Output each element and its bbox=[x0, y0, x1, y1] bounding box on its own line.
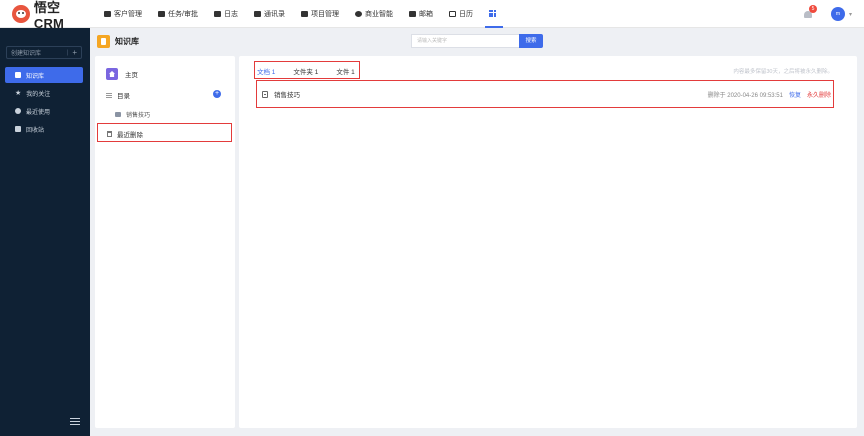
tree-label: 目录 bbox=[117, 93, 130, 100]
log-icon bbox=[213, 10, 221, 17]
tree-label: 主页 bbox=[125, 72, 138, 79]
plus-icon: + bbox=[72, 48, 77, 57]
highlight-box bbox=[256, 80, 834, 108]
chevron-down-icon[interactable]: ▾ bbox=[849, 11, 852, 18]
sidebar-item-label: 最近使用 bbox=[26, 109, 51, 116]
search-button[interactable]: 搜索 bbox=[519, 34, 543, 48]
sidebar-item-recycle-bin[interactable]: 回收站 bbox=[5, 121, 83, 137]
collapse-sidebar-icon[interactable] bbox=[70, 418, 80, 426]
nav-label: 通讯录 bbox=[263, 10, 285, 18]
nav-item-bi[interactable]: 商业智能 bbox=[347, 0, 401, 28]
page-header: 知识库 请输入关键字 搜索 bbox=[90, 28, 864, 55]
list-icon bbox=[106, 92, 112, 98]
nav-label: 项目管理 bbox=[310, 10, 339, 18]
nav-label: 客户管理 bbox=[114, 10, 142, 18]
folder-icon bbox=[115, 112, 121, 117]
sidebar-item-knowledge-base[interactable]: 知识库 bbox=[5, 67, 83, 83]
main-nav: 客户管理 任务/审批 日志 通讯录 项目管理 商业智能 邮箱 日历 bbox=[96, 0, 507, 28]
customer-icon bbox=[104, 10, 111, 17]
nav-item-tasks[interactable]: 任务/审批 bbox=[150, 0, 206, 28]
recent-deleted-panel: 文档 1 文件夹 1 文件 1 内容最多保留30天，之后将被永久删除。 销售技巧… bbox=[239, 56, 857, 428]
sidebar-item-label: 知识库 bbox=[26, 73, 45, 80]
header-actions: 5 m ▾ bbox=[803, 0, 852, 28]
nav-item-projects[interactable]: 项目管理 bbox=[293, 0, 347, 28]
notification-badge: 5 bbox=[808, 5, 817, 13]
nav-label: 邮箱 bbox=[418, 10, 433, 18]
clock-icon bbox=[15, 108, 21, 114]
add-folder-icon[interactable]: + bbox=[213, 90, 221, 98]
directory-tree-panel: 主页 目录 + 销售技巧 最近删除 bbox=[95, 56, 235, 428]
nav-item-mail[interactable]: 邮箱 bbox=[401, 0, 441, 28]
nav-label: 日志 bbox=[223, 10, 238, 18]
retention-notice: 内容最多保留30天，之后将被永久删除。 bbox=[733, 69, 833, 75]
monkey-logo-icon bbox=[12, 4, 30, 23]
user-avatar[interactable]: m bbox=[830, 7, 845, 21]
nav-item-log[interactable]: 日志 bbox=[206, 0, 246, 28]
sidebar-item-recent[interactable]: 最近使用 bbox=[5, 103, 83, 119]
knowledge-base-icon bbox=[97, 35, 110, 48]
home-icon bbox=[106, 68, 118, 80]
highlight-box bbox=[254, 61, 360, 79]
page-title: 知识库 bbox=[115, 37, 139, 46]
tree-item-catalog[interactable]: 目录 bbox=[106, 90, 130, 100]
tree-item-home[interactable]: 主页 bbox=[106, 68, 138, 80]
nav-item-calendar[interactable]: 日历 bbox=[441, 0, 481, 28]
star-icon: ★ bbox=[15, 89, 22, 97]
sidebar-item-following[interactable]: ★ 我的关注 bbox=[5, 85, 83, 101]
sidebar-item-label: 我的关注 bbox=[26, 91, 51, 98]
calendar-icon bbox=[448, 10, 456, 17]
search-input[interactable]: 请输入关键字 bbox=[411, 34, 519, 48]
nav-item-contacts[interactable]: 通讯录 bbox=[246, 0, 293, 28]
nav-label: 商业智能 bbox=[364, 10, 393, 18]
task-icon bbox=[158, 10, 165, 17]
top-navigation-bar: 悟空CRM 客户管理 任务/审批 日志 通讯录 项目管理 商业智能 邮箱 日历 … bbox=[0, 0, 864, 31]
grid-apps-icon bbox=[488, 10, 496, 17]
nav-label: 日历 bbox=[458, 10, 473, 18]
nav-item-customer[interactable]: 客户管理 bbox=[96, 0, 150, 28]
trash-icon bbox=[15, 126, 21, 132]
app-logo[interactable]: 悟空CRM bbox=[0, 0, 90, 31]
bi-icon bbox=[354, 10, 362, 17]
create-knowledge-base-button[interactable]: 创建知识库 | + bbox=[6, 46, 82, 59]
nav-item-apps[interactable] bbox=[481, 0, 507, 28]
mail-icon bbox=[408, 10, 416, 17]
notification-bell-icon[interactable]: 5 bbox=[803, 5, 817, 19]
sidebar: 创建知识库 | + 知识库 ★ 我的关注 最近使用 回收站 bbox=[0, 28, 90, 436]
tree-label: 销售技巧 bbox=[126, 113, 151, 119]
logo-text: 悟空CRM bbox=[33, 0, 65, 31]
highlight-box bbox=[97, 123, 232, 142]
nav-label: 任务/审批 bbox=[168, 10, 198, 18]
project-icon bbox=[300, 10, 308, 17]
tree-item-folder[interactable]: 销售技巧 bbox=[115, 110, 150, 119]
divider: | bbox=[66, 49, 69, 56]
create-label: 创建知识库 bbox=[11, 51, 42, 57]
sidebar-item-label: 回收站 bbox=[26, 127, 45, 134]
book-icon bbox=[15, 72, 21, 78]
contacts-icon bbox=[253, 10, 261, 17]
